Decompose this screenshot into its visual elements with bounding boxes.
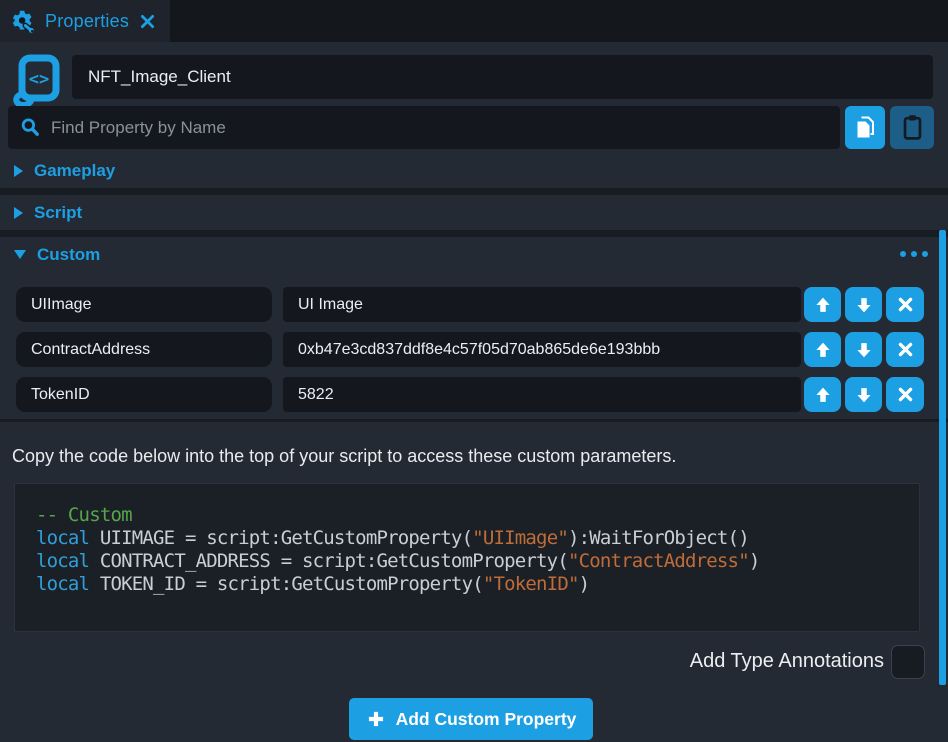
arrow-up-icon [812, 339, 834, 361]
code-line: local CONTRACT_ADDRESS = script:GetCusto… [36, 550, 919, 573]
tab-close-icon[interactable] [140, 14, 155, 29]
move-up-button[interactable] [804, 332, 841, 367]
custom-property-row [0, 377, 948, 412]
gear-wrench-icon [10, 8, 36, 34]
copy-properties-button[interactable] [845, 106, 885, 149]
arrow-up-icon [812, 384, 834, 406]
code-token: TOKEN_ID = script:GetCustomProperty( [89, 573, 483, 595]
code-token: ) [749, 550, 760, 572]
code-token: "ContractAddress" [568, 550, 749, 572]
section-label: Script [34, 203, 82, 223]
properties-panel: <> Gameplay Script [0, 42, 948, 742]
code-token: CONTRACT_ADDRESS = script:GetCustomPrope… [89, 550, 568, 572]
property-value-field[interactable] [283, 377, 801, 412]
script-scroll-icon: <> [8, 50, 66, 108]
code-token: "UIImage" [472, 527, 568, 549]
search-bar [8, 106, 840, 149]
code-line: local UIIMAGE = script:GetCustomProperty… [36, 527, 919, 550]
add-button-label: Add Custom Property [396, 709, 577, 730]
arrow-up-icon [812, 294, 834, 316]
delete-property-button[interactable] [886, 332, 924, 367]
instruction-text: Copy the code below into the top of your… [12, 446, 912, 467]
paste-properties-button[interactable] [890, 106, 934, 149]
search-input[interactable] [51, 118, 828, 138]
more-options-icon[interactable] [900, 251, 928, 257]
code-line: local TOKEN_ID = script:GetCustomPropert… [36, 573, 919, 596]
custom-property-row [0, 287, 948, 322]
section-label: Gameplay [34, 161, 115, 181]
add-type-annotations-label: Add Type Annotations [690, 648, 884, 674]
move-down-button[interactable] [845, 287, 882, 322]
property-value-field[interactable] [283, 332, 801, 367]
object-name-field[interactable] [72, 55, 933, 99]
section-label: Custom [37, 245, 100, 265]
arrow-down-icon [853, 294, 875, 316]
divider [0, 230, 948, 237]
tab-properties[interactable]: Properties [0, 0, 170, 42]
property-name-field[interactable] [16, 287, 272, 322]
section-header-script[interactable]: Script [0, 195, 948, 230]
code-token: "TokenID" [483, 573, 579, 595]
x-icon [895, 339, 916, 360]
scrollbar-thumb[interactable] [939, 230, 946, 685]
document-copy-icon [853, 114, 877, 141]
move-down-button[interactable] [845, 377, 882, 412]
clipboard-icon [900, 113, 925, 142]
code-line: -- Custom [36, 504, 919, 527]
code-token: UIIMAGE = script:GetCustomProperty( [89, 527, 472, 549]
section-header-gameplay[interactable]: Gameplay [0, 153, 948, 188]
divider [0, 188, 948, 195]
page-root: { "colors": { "accent": "#1d9fe4", "stri… [0, 0, 948, 742]
tab-title: Properties [45, 11, 129, 32]
add-type-annotations-checkbox[interactable] [891, 645, 925, 679]
chevron-right-icon [14, 165, 23, 177]
move-down-button[interactable] [845, 332, 882, 367]
x-icon [895, 384, 916, 405]
code-token: ) [579, 573, 590, 595]
property-name-field[interactable] [16, 377, 272, 412]
svg-text:<>: <> [29, 70, 49, 90]
arrow-down-icon [853, 384, 875, 406]
section-header-custom[interactable]: Custom [0, 237, 948, 272]
arrow-down-icon [853, 339, 875, 361]
code-block[interactable]: -- Custom local UIIMAGE = script:GetCust… [14, 483, 920, 632]
add-custom-property-button[interactable]: Add Custom Property [349, 698, 593, 740]
property-value-field[interactable] [283, 287, 801, 322]
code-token: ):WaitForObject() [568, 527, 749, 549]
delete-property-button[interactable] [886, 377, 924, 412]
code-token: local [36, 573, 89, 595]
plus-icon [366, 709, 386, 729]
chevron-right-icon [14, 207, 23, 219]
tab-strip: Properties [0, 0, 948, 42]
delete-property-button[interactable] [886, 287, 924, 322]
code-token: local [36, 550, 89, 572]
custom-property-row [0, 332, 948, 367]
move-up-button[interactable] [804, 287, 841, 322]
chevron-down-icon [14, 250, 26, 259]
property-name-field[interactable] [16, 332, 272, 367]
code-token: -- Custom [36, 504, 132, 526]
divider [0, 419, 948, 422]
move-up-button[interactable] [804, 377, 841, 412]
code-token: local [36, 527, 89, 549]
search-icon [20, 117, 41, 138]
x-icon [895, 294, 916, 315]
